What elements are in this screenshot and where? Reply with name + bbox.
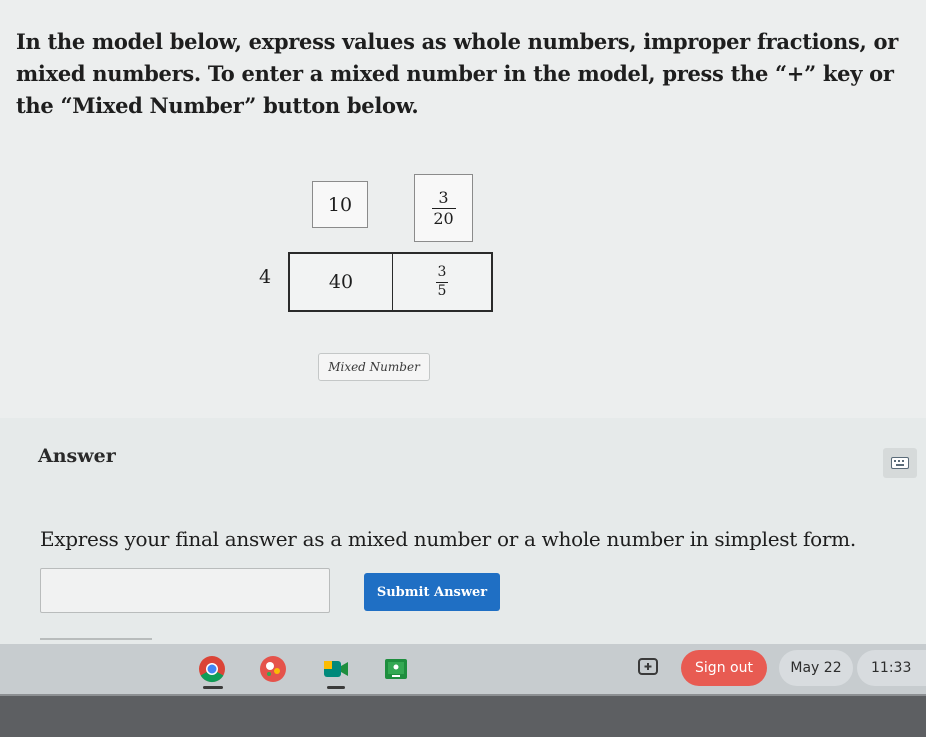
- chrome-icon[interactable]: [197, 654, 227, 684]
- area-model: 40 3 5: [288, 252, 493, 312]
- status-tray[interactable]: 11:33: [857, 650, 926, 686]
- classroom-icon-glyph: [385, 659, 407, 679]
- top-fraction-numerator: 3: [438, 187, 449, 207]
- top-fraction: 3 20: [431, 187, 456, 229]
- chrome-icon-glyph: [199, 656, 225, 683]
- screenshot-icon[interactable]: [637, 656, 659, 678]
- assistant-icon-glyph: [260, 656, 286, 682]
- assistant-icon[interactable]: [258, 654, 288, 684]
- meet-icon[interactable]: [321, 654, 351, 684]
- side-whole-value: 4: [259, 266, 272, 288]
- classroom-icon[interactable]: [381, 654, 411, 684]
- device-bezel: [0, 696, 926, 737]
- top-whole-value: 10: [327, 193, 353, 216]
- meet-active-indicator: [327, 686, 345, 689]
- clock-time: 11:33: [871, 660, 912, 676]
- area-cell-fraction[interactable]: 3 5: [393, 254, 491, 310]
- sign-out-button[interactable]: Sign out: [681, 650, 767, 686]
- cell-whole-value: 40: [328, 271, 354, 293]
- cell-fraction-numerator: 3: [437, 263, 447, 280]
- instructions-text: In the model below, express values as wh…: [16, 29, 898, 118]
- top-fraction-cell[interactable]: 3 20: [414, 174, 473, 242]
- answer-input[interactable]: [40, 568, 330, 613]
- top-whole-cell[interactable]: 10: [312, 181, 368, 228]
- screenshot-icon-glyph: [638, 658, 658, 675]
- submit-answer-button[interactable]: Submit Answer: [364, 573, 500, 611]
- keyboard-icon[interactable]: [883, 448, 917, 478]
- cell-fraction: 3 5: [436, 263, 448, 300]
- meet-icon-glyph: [324, 661, 348, 677]
- answer-label: Answer: [38, 445, 116, 467]
- chrome-active-indicator: [203, 686, 223, 689]
- top-fraction-denominator: 20: [433, 209, 454, 229]
- divider: [40, 638, 152, 640]
- area-cell-whole[interactable]: 40: [290, 254, 393, 310]
- mixed-number-button[interactable]: Mixed Number: [318, 353, 430, 381]
- keyboard-icon-glyph: [891, 457, 909, 469]
- cell-fraction-denominator: 5: [437, 283, 447, 300]
- answer-prompt: Express your final answer as a mixed num…: [40, 527, 856, 551]
- date-display[interactable]: May 22: [779, 650, 853, 686]
